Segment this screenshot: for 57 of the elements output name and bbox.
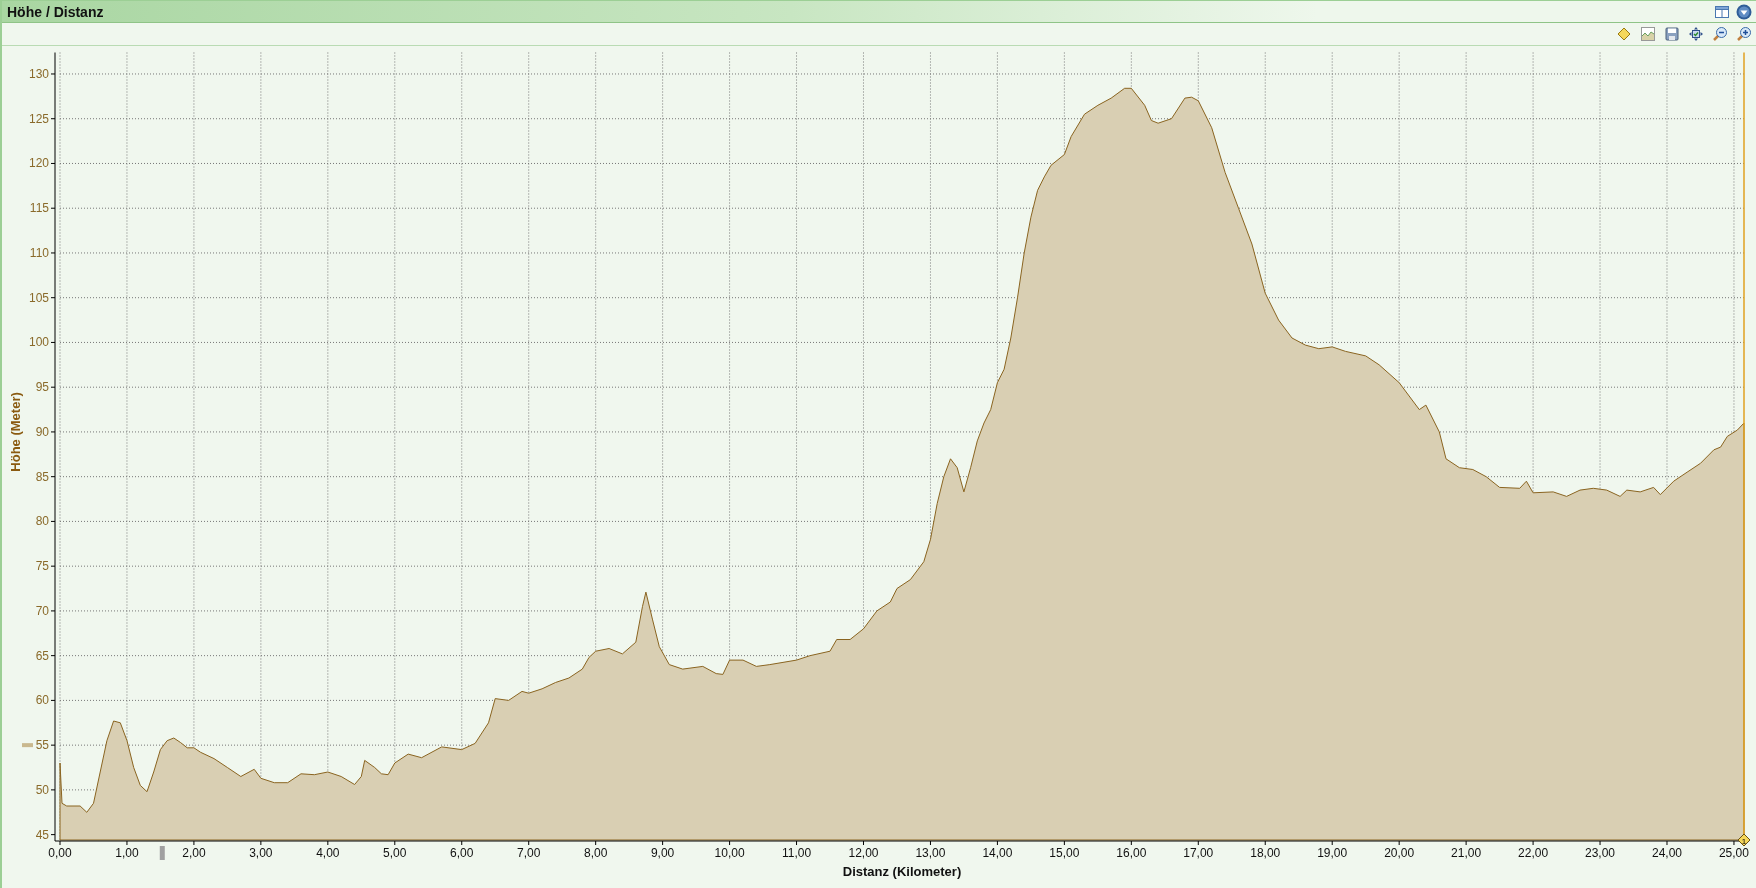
y-tick-label: 85 (35, 469, 49, 484)
x-tick-label: 24,00 (1652, 846, 1682, 860)
y-tick-label: 115 (29, 201, 49, 216)
x-tick-label: 21,00 (1451, 846, 1482, 860)
y-tick-label: 70 (35, 603, 49, 618)
x-tick-label: 13,00 (915, 846, 946, 860)
y-tick-label: 105 (28, 290, 49, 305)
x-tick-label: 23,00 (1585, 846, 1616, 860)
x-tick-label: 20,00 (1384, 846, 1415, 860)
x-tick-label: 2,00 (182, 846, 206, 860)
x-tick-label: 9,00 (650, 846, 675, 860)
x-tick-label: 1,00 (115, 846, 139, 860)
y-tick-label: 95 (35, 380, 49, 395)
zoom-in-icon[interactable] (1736, 26, 1752, 42)
cursor-marker[interactable]: 1 (1737, 833, 1751, 847)
y-tick-label: 60 (35, 693, 49, 708)
x-axis-title: Distanz (Kilometer) (842, 864, 962, 879)
x-tick-label: 25,00 (1718, 846, 1749, 860)
y-tick-label: 110 (29, 245, 49, 260)
x-tick-label: 22,00 (1518, 846, 1549, 860)
fit-icon[interactable] (1688, 26, 1704, 42)
x-slider-handle[interactable] (159, 846, 165, 860)
y-tick-label: 100 (28, 335, 49, 350)
y-tick-label: 50 (35, 782, 49, 797)
x-tick-label: 12,00 (848, 846, 879, 860)
y-tick-label: 90 (35, 424, 49, 439)
x-tick-label: 8,00 (584, 846, 608, 860)
y-tick-label: 75 (35, 559, 49, 574)
x-tick-label: 11,00 (781, 846, 812, 860)
y-tick-label: 45 (35, 827, 49, 842)
dropdown-icon[interactable] (1736, 3, 1752, 20)
chart-icon[interactable] (1640, 26, 1656, 42)
x-tick-label: 14,00 (982, 846, 1013, 860)
y-tick-label: 130 (28, 67, 49, 81)
y-tick-label: 65 (35, 648, 49, 663)
y-axis-title: Höhe (Meter) (8, 392, 23, 472)
x-tick-label: 19,00 (1317, 846, 1348, 860)
x-tick-label: 0,00 (48, 846, 72, 860)
x-tick-label: 4,00 (316, 846, 340, 860)
save-icon[interactable] (1664, 26, 1680, 42)
x-tick-label: 10,00 (714, 846, 745, 860)
y-tick-label: 125 (28, 111, 49, 126)
window-title: Höhe / Distanz (7, 3, 104, 20)
x-tick-label: 15,00 (1049, 846, 1080, 860)
y-tick-label: 120 (28, 156, 49, 171)
diamond-icon[interactable] (1616, 26, 1632, 42)
zoom-out-icon[interactable] (1712, 26, 1728, 42)
y-tick-label: 80 (35, 514, 49, 529)
x-tick-label: 18,00 (1250, 846, 1281, 860)
x-tick-label: 5,00 (383, 846, 407, 860)
x-tick-label: 7,00 (517, 846, 541, 860)
y-slider-handle[interactable] (22, 743, 33, 748)
x-tick-label: 6,00 (450, 846, 474, 860)
y-tick-label: 55 (35, 738, 49, 753)
x-tick-label: 3,00 (249, 846, 273, 860)
x-tick-label: 16,00 (1116, 846, 1147, 860)
x-tick-label: 17,00 (1183, 846, 1214, 860)
